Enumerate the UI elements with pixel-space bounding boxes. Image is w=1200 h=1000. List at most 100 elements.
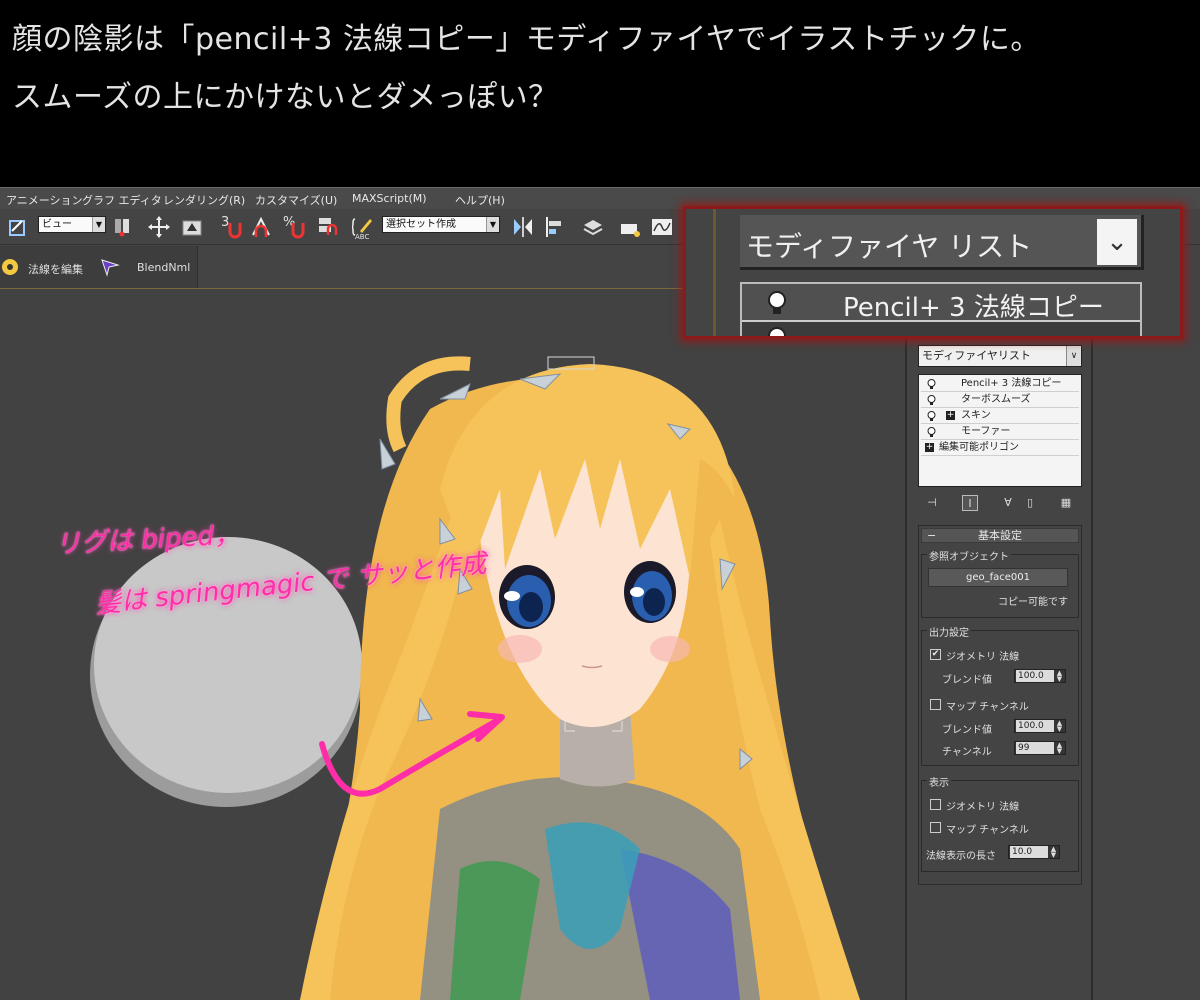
percent-snap-magnet-icon[interactable] (290, 221, 306, 239)
stack-item-label: モーファー (961, 426, 1011, 437)
map-channel-checkbox[interactable] (930, 699, 941, 710)
selection-set-combo[interactable]: 選択セット作成 ▼ (382, 216, 500, 233)
display-map-channel-label: マップ チャンネル (946, 825, 1029, 836)
channel-value[interactable]: 99 (1016, 742, 1054, 754)
blend-spinner-1[interactable]: 100.0 ▲ ▼ (1014, 669, 1066, 683)
expand-plus-icon[interactable]: + (946, 411, 955, 420)
blendnml-icon[interactable] (100, 257, 120, 277)
layer-manager-icon[interactable] (582, 215, 604, 239)
spinner-arrows-icon[interactable]: ▲ ▼ (1049, 846, 1058, 859)
eye-right (624, 561, 676, 623)
channel-label: チャンネル (942, 747, 992, 758)
lightbulb-icon[interactable] (927, 379, 936, 389)
caption-line-1: 顔の陰影は「pencil+3 法線コピー」モディファイヤでイラストチックに。 (12, 22, 1041, 57)
blend-spinner-2[interactable]: 100.0 ▲ ▼ (1014, 719, 1066, 733)
display-geo-normal-label: ジオメトリ 法線 (946, 802, 1020, 813)
select-region-icon[interactable] (8, 215, 30, 239)
selection-set-value: 選択セット作成 (386, 219, 456, 230)
normal-length-spinner[interactable]: 10.0 ▲ ▼ (1008, 845, 1060, 859)
chevron-down-icon: ▼ (92, 217, 105, 232)
viewport-render (90, 356, 860, 1000)
angle-snap-icon[interactable] (250, 215, 272, 239)
stack-item-pencil-normal-copy[interactable]: Pencil+ 3 法線コピー (921, 377, 1079, 392)
spinner-arrows-icon[interactable]: ▲ ▼ (1055, 720, 1064, 733)
snap-magnet-icon[interactable] (227, 221, 243, 239)
modify-panel: モディファイヤリスト ∨ Pencil+ 3 法線コピー ターボスムーズ + ス… (910, 289, 1093, 1000)
callout-modifier-stack: Pencil+ 3 法線コピー (740, 282, 1142, 336)
callout-modifier-list-text: モディファイヤ リスト (746, 230, 1033, 263)
geo-normal-checkbox[interactable]: ✔ (930, 649, 941, 660)
align-icon[interactable] (543, 215, 565, 239)
make-unique-icon[interactable]: ∀ (1000, 495, 1016, 511)
chevron-down-icon: ∨ (1066, 346, 1081, 366)
lightbulb-icon[interactable] (927, 427, 936, 437)
callout-modifier-list-combo: モディファイヤ リスト ⌄ (740, 215, 1144, 270)
reference-object-pick-button[interactable]: geo_face001 (928, 568, 1068, 587)
modifier-stack: Pencil+ 3 法線コピー ターボスムーズ + スキン モーファー + 編集… (918, 374, 1082, 487)
lightbulb-icon[interactable] (927, 395, 936, 405)
pivot-icon[interactable] (112, 215, 134, 239)
normal-length-value[interactable]: 10.0 (1010, 846, 1048, 858)
stack-item-morpher[interactable]: モーファー (921, 425, 1079, 440)
copyable-status: コピー可能です (998, 597, 1068, 608)
checkmark-icon: ✔ (931, 649, 940, 659)
stack-item-editable-poly[interactable]: + 編集可能ポリゴン (921, 441, 1079, 456)
spinner-snap-icon[interactable] (316, 215, 338, 239)
display-map-channel-checkbox[interactable] (930, 822, 941, 833)
reference-object-group: 参照オブジェクト geo_face001 コピー可能です (921, 548, 1079, 618)
perspective-viewport[interactable]: リグは biped， 髪は springmagic で サッと作成 (0, 289, 905, 1000)
group-label: 表示 (927, 774, 951, 789)
modifier-list-combo[interactable]: モディファイヤリスト ∨ (918, 345, 1082, 367)
stack-buttons: ⊣ I ∀ ▯ ▦ (918, 492, 1082, 514)
edit-normals-button[interactable]: 法線を編集 (28, 261, 83, 277)
eye-left (499, 565, 555, 629)
stack-item-label: スキン (961, 410, 991, 421)
ribbon-panel: 法線を編集 BlendNml (0, 246, 198, 288)
normal-length-label: 法線表示の長さ (926, 851, 996, 862)
move-icon[interactable] (148, 215, 170, 239)
lightbulb-icon (768, 327, 786, 336)
display-geo-normal-checkbox[interactable] (930, 799, 941, 810)
callout-stack-item-label: Pencil+ 3 法線コピー (843, 293, 1104, 323)
lightbulb-icon[interactable] (927, 411, 936, 421)
menu-maxscript[interactable]: MAXScript(M) (352, 192, 427, 205)
stack-item-label: Pencil+ 3 法線コピー (961, 378, 1062, 389)
blend-value-2[interactable]: 100.0 (1016, 720, 1054, 732)
menu-animation[interactable]: アニメーション (6, 192, 83, 208)
remove-modifier-icon[interactable]: ▯ (1022, 495, 1038, 511)
menu-help[interactable]: ヘルプ(H) (455, 192, 505, 208)
expand-plus-icon[interactable]: + (925, 443, 934, 452)
stack-item-turbosmooth[interactable]: ターボスムーズ (921, 393, 1079, 408)
curve-editor-icon[interactable] (651, 215, 673, 239)
reference-coordinate-value: ビュー (42, 219, 72, 230)
reference-coordinate-combo[interactable]: ビュー ▼ (38, 216, 106, 233)
blend-value-1[interactable]: 100.0 (1016, 670, 1054, 682)
stack-item-label: 編集可能ポリゴン (939, 442, 1019, 453)
channel-spinner[interactable]: 99 ▲ ▼ (1014, 741, 1066, 755)
menu-rendering[interactable]: レンダリング(R) (163, 192, 245, 208)
configure-sets-icon[interactable]: ▦ (1058, 495, 1074, 511)
blush-right (650, 636, 690, 662)
chevron-down-icon: ▼ (486, 217, 499, 232)
collapse-icon: − (927, 529, 937, 542)
caption-banner: 顔の陰影は「pencil+3 法線コピー」モディファイヤでイラストチックに。 ス… (0, 0, 1200, 187)
edit-normals-icon[interactable] (0, 257, 20, 277)
select-manipulate-icon[interactable] (181, 215, 203, 239)
stack-item-skin[interactable]: + スキン (921, 409, 1079, 424)
group-label: 出力設定 (927, 624, 971, 639)
show-end-result-icon[interactable]: I (962, 495, 978, 511)
pin-stack-icon[interactable]: ⊣ (924, 495, 940, 511)
blendnml-button[interactable]: BlendNml (137, 261, 190, 274)
spinner-arrows-icon[interactable]: ▲ ▼ (1055, 670, 1064, 683)
spinner-arrows-icon[interactable]: ▲ ▼ (1055, 742, 1064, 755)
menu-graph-editor[interactable]: グラフ エディタ (82, 192, 162, 208)
mirror-icon[interactable] (512, 215, 534, 239)
rollout-header[interactable]: − 基本設定 (921, 528, 1079, 543)
menu-customize[interactable]: カスタマイズ(U) (255, 192, 337, 208)
rollout-title: 基本設定 (978, 529, 1022, 542)
render-setup-icon[interactable] (619, 215, 641, 239)
callout-stack-item: Pencil+ 3 法線コピー (742, 284, 1140, 323)
lightbulb-icon (768, 291, 786, 314)
callout-divider (713, 209, 716, 336)
abc-label: ABC (355, 233, 370, 241)
